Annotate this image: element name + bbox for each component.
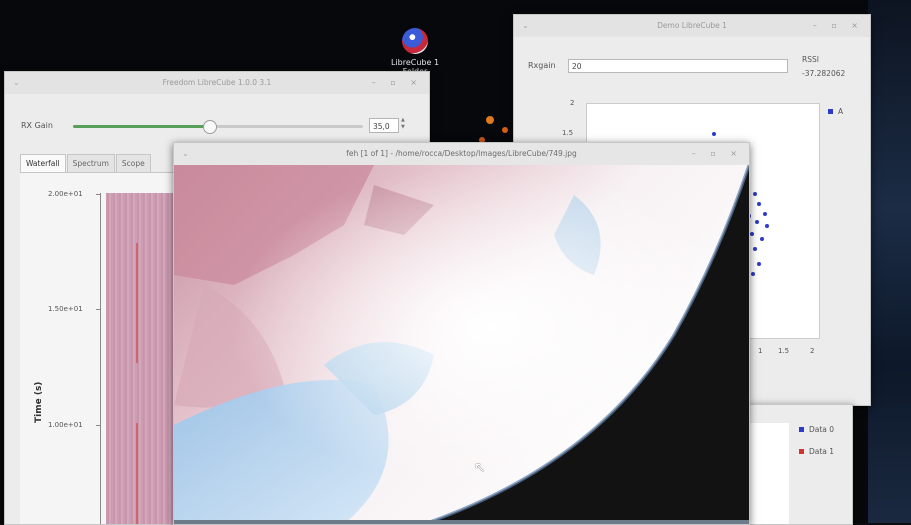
desktop-folder-icon[interactable]: LibreCube 1 Folder (380, 28, 450, 76)
scatter-xtick: 1 (758, 347, 763, 355)
window-menu-icon[interactable]: ⌄ (522, 15, 529, 37)
tab-bar: Waterfall Spectrum Scope (20, 154, 152, 173)
window-menu-icon[interactable]: ⌄ (182, 143, 189, 165)
window-menu-icon[interactable]: ⌄ (13, 72, 20, 94)
scatter-xtick: 1.5 (778, 347, 790, 355)
feh-bottom-edge (174, 520, 749, 524)
tab-scope[interactable]: Scope (115, 154, 151, 173)
scatter-ytick: 2 (570, 99, 575, 107)
y-tick-mark (96, 194, 100, 195)
rxgain-label: Rxgain (528, 61, 556, 70)
demo-window-title: Demo LibreCube 1 (657, 21, 727, 30)
tab-spectrum[interactable]: Spectrum (66, 154, 115, 173)
data-legend-panel: Data 0 Data 1 (748, 404, 853, 525)
y-tick: 1.00e+01 (48, 421, 83, 429)
y-tick-mark (96, 309, 100, 310)
legend-label: Data 0 (809, 425, 835, 434)
data-plot-area (749, 423, 789, 524)
window-controls[interactable]: – ▫ × (372, 72, 423, 94)
librecube-logo-icon (402, 28, 428, 54)
rxgain-input[interactable]: 20 (568, 59, 788, 73)
mouse-cursor-icon: ↖ (474, 460, 486, 476)
y-tick: 1.50e+01 (48, 305, 83, 313)
feh-image-viewer-window[interactable]: ⌄ feh [1 of 1] - /home/rocca/Desktop/Ima… (173, 142, 750, 525)
y-axis (100, 193, 101, 524)
rssi-value: -37.282062 (802, 69, 846, 78)
legend-item-data-0: Data 0 (799, 425, 834, 434)
slider-knob[interactable] (203, 120, 218, 134)
rx-gain-slider[interactable] (73, 120, 363, 134)
y-tick-mark (96, 425, 100, 426)
rx-gain-label: RX Gain (21, 121, 53, 130)
feh-titlebar[interactable]: ⌄ feh [1 of 1] - /home/rocca/Desktop/Ima… (174, 143, 749, 165)
scatter-legend: A (828, 107, 843, 116)
window-controls[interactable]: – ▫ × (813, 15, 864, 37)
slider-fill (73, 125, 210, 128)
scatter-ytick: 1.5 (562, 129, 574, 137)
tab-waterfall[interactable]: Waterfall (20, 154, 66, 173)
legend-swatch (828, 109, 833, 114)
desktop-background-photo (868, 0, 911, 523)
legend-a-label: A (838, 107, 844, 116)
feh-window-title: feh [1 of 1] - /home/rocca/Desktop/Image… (346, 149, 577, 158)
y-tick: 2.00e+01 (48, 190, 83, 198)
legend-swatch (799, 427, 804, 432)
legend-label: Data 1 (809, 447, 835, 456)
y-axis-label: Time (s) (34, 381, 44, 423)
legend-swatch (799, 449, 804, 454)
earth-photo-image (174, 165, 749, 524)
rx-gain-spinbox[interactable]: 35,0 (369, 118, 399, 133)
signal-trace (136, 423, 138, 524)
window-controls[interactable]: – ▫ × (692, 143, 743, 165)
rx-gain-row: RX Gain 35,0 ▲ ▼ (21, 116, 421, 136)
scatter-xtick: 2 (810, 347, 815, 355)
spin-arrows-icon[interactable]: ▲ ▼ (401, 117, 405, 131)
freedom-window-title: Freedom LibreCube 1.0.0 3.1 (162, 78, 272, 87)
legend-item-data-1: Data 1 (799, 447, 834, 456)
signal-trace (136, 243, 138, 363)
satellite-earth-photo: ↖ (174, 165, 749, 524)
rssi-label: RSSI (802, 55, 819, 64)
freedom-titlebar[interactable]: ⌄ Freedom LibreCube 1.0.0 3.1 – ▫ × (5, 72, 429, 94)
demo-titlebar[interactable]: ⌄ Demo LibreCube 1 – ▫ × (514, 15, 870, 37)
